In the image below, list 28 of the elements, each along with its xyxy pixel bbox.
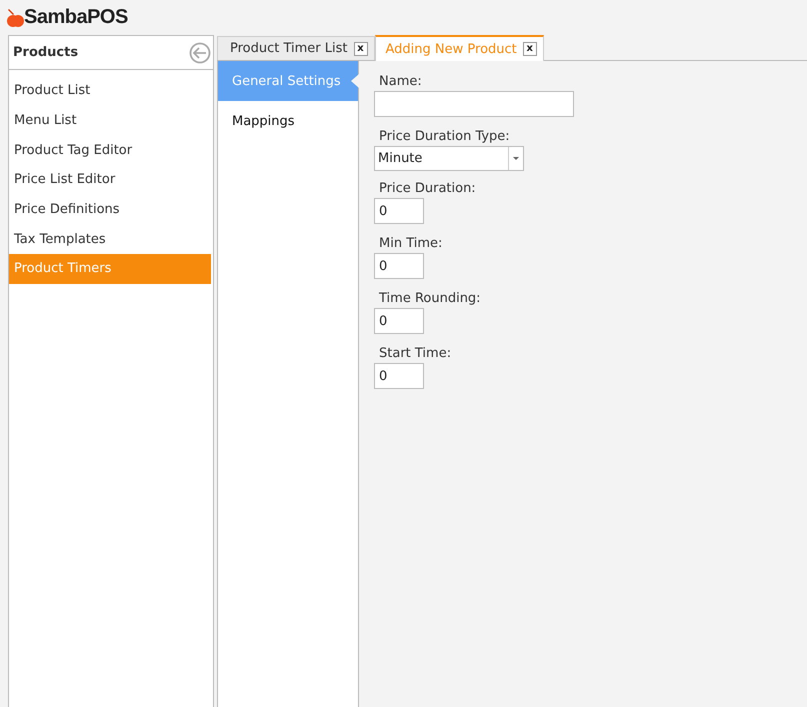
back-icon[interactable]	[189, 42, 211, 64]
sidebar-item[interactable]: Price Definitions	[9, 194, 211, 224]
close-button[interactable]: x	[354, 42, 368, 56]
sidebar-item[interactable]: Price List Editor	[9, 165, 211, 195]
number-field[interactable]: 0	[374, 253, 424, 279]
caret-icon	[513, 156, 519, 160]
sidebar-item[interactable]: Tax Templates	[9, 224, 211, 254]
sidebar-item[interactable]: Menu List	[9, 106, 211, 136]
field-label: Name:	[378, 72, 423, 90]
number-field[interactable]: 0	[374, 308, 424, 334]
name-field[interactable]	[374, 91, 574, 117]
section-item[interactable]: Mappings	[218, 101, 358, 141]
tab[interactable]: Adding New Product x	[374, 35, 544, 61]
number-field[interactable]: 0	[374, 363, 424, 389]
field-label: Time Rounding:	[378, 290, 482, 308]
dropdown-field[interactable]: Minute	[374, 146, 524, 171]
app-logo: SambaPOS	[24, 6, 128, 29]
sidebar-item[interactable]: Product List	[9, 76, 211, 106]
sidebar-item[interactable]: Product Tag Editor	[9, 135, 211, 166]
field-label: Price Duration Type:	[378, 128, 511, 146]
sidebar-title: Products	[13, 45, 78, 60]
apple-icon	[6, 8, 24, 28]
field-label: Min Time:	[378, 234, 444, 252]
close-button[interactable]: x	[522, 42, 537, 56]
number-field[interactable]: 0	[374, 198, 424, 224]
tab[interactable]: Product Timer List x	[217, 36, 375, 60]
field-label: Start Time:	[378, 344, 452, 362]
field-label: Price Duration:	[378, 180, 477, 198]
